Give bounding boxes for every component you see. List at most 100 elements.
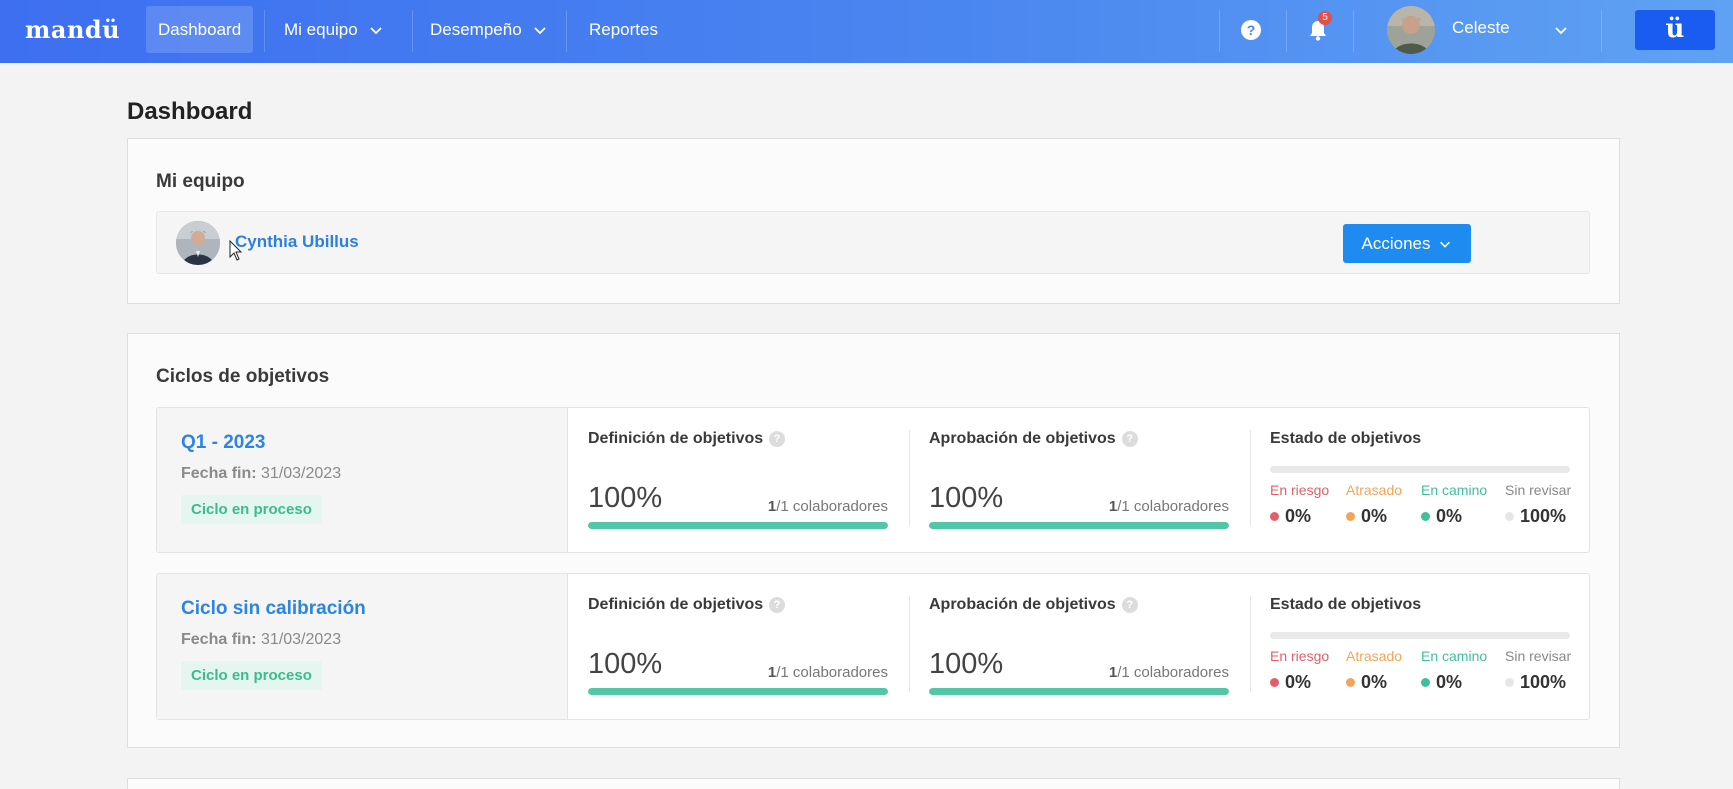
cycle-end-date-value: 31/03/2023 (261, 465, 342, 482)
aprobacion-progress-fill (929, 688, 1229, 695)
help-icon[interactable]: ? (1121, 431, 1138, 447)
aprobacion-metric: Aprobación de objetivos? 100% 1/1 colabo… (929, 430, 1229, 540)
estado-bar (1270, 632, 1570, 639)
definicion-progress-bar (588, 522, 888, 529)
nav-divider (264, 10, 265, 52)
definicion-title: Definición de objetivos? (588, 430, 786, 448)
brand-button[interactable]: ü (1635, 10, 1715, 50)
cycle-end-date-label: Fecha fin: (181, 465, 257, 482)
cycle-name-link[interactable]: Ciclo sin calibración (181, 598, 366, 620)
nav-divider (1286, 10, 1287, 52)
definicion-title-text: Definición de objetivos (588, 596, 764, 613)
help-icon[interactable]: ? (1121, 597, 1138, 613)
user-avatar-photo (1387, 6, 1435, 54)
acciones-button-label: Acciones (1361, 233, 1431, 253)
nav-dashboard-label: Dashboard (158, 19, 242, 39)
estado-objetivos: Estado de objetivos En riesgo 0% Atrasad… (1270, 430, 1571, 540)
estado-title: Estado de objetivos (1270, 430, 1422, 447)
nav-mi-equipo-label: Mi equipo (284, 19, 358, 39)
chevron-down-icon (370, 26, 382, 34)
stat-atrasado: Atrasado 0% (1346, 648, 1402, 693)
stat-en-camino: En camino 0% (1421, 482, 1487, 527)
nav-reportes[interactable]: Reportes (577, 6, 670, 53)
metric-divider (909, 430, 910, 526)
stat-en-riesgo: En riesgo 0% (1270, 482, 1329, 527)
aprobacion-count: 1/1 colaboradores (1109, 498, 1229, 515)
help-icon[interactable]: ? (769, 431, 786, 447)
status-dot (1346, 678, 1355, 687)
stat-value: 100% (1520, 672, 1567, 692)
aprobacion-total: /1 colaboradores (1117, 664, 1229, 681)
nav-dashboard[interactable]: Dashboard (146, 6, 254, 53)
status-dot (1505, 678, 1514, 687)
top-navbar: mandü Dashboard Mi equipo Desempeño Repo… (0, 0, 1733, 63)
aprobacion-title: Aprobación de objetivos? (929, 596, 1138, 614)
definicion-percent: 100% (588, 482, 663, 514)
stat-sin-revisar: Sin revisar 100% (1505, 482, 1571, 527)
acciones-button[interactable]: Acciones (1343, 224, 1471, 263)
user-name[interactable]: Celeste (1452, 18, 1510, 38)
estado-bar (1270, 466, 1570, 473)
status-dot (1421, 678, 1430, 687)
notification-badge: 5 (1318, 11, 1332, 25)
chevron-down-icon (534, 26, 546, 34)
cycle-name-link[interactable]: Q1 - 2023 (181, 432, 266, 454)
status-dot (1505, 512, 1514, 521)
member-avatar[interactable] (176, 221, 220, 265)
stat-label: Atrasado (1346, 482, 1403, 498)
definicion-progress-fill (588, 522, 888, 529)
member-name-link[interactable]: Cynthia Ubillus (235, 232, 359, 252)
stat-label: En riesgo (1270, 482, 1330, 498)
nav-reportes-label: Reportes (589, 19, 658, 39)
stat-label: Sin revisar (1505, 482, 1572, 498)
user-avatar[interactable] (1387, 6, 1435, 54)
aprobacion-percent: 100% (929, 648, 1004, 680)
aprobacion-percent: 100% (929, 482, 1004, 514)
stat-label: En riesgo (1270, 648, 1330, 664)
definicion-title-text: Definición de objetivos (588, 430, 764, 447)
estado-title: Estado de objetivos (1270, 596, 1422, 613)
cycle-end-date-value: 31/03/2023 (261, 631, 342, 648)
aprobacion-title: Aprobación de objetivos? (929, 430, 1138, 448)
stat-value: 0% (1361, 672, 1388, 692)
app-logo[interactable]: mandü (25, 15, 120, 44)
nav-divider (1601, 10, 1602, 52)
stat-en-camino: En camino 0% (1421, 648, 1487, 693)
definicion-done: 1 (767, 664, 777, 681)
cycle-block: Ciclo sin calibración Fecha fin: 31/03/2… (156, 573, 1590, 720)
stat-value: 0% (1436, 672, 1463, 692)
member-avatar-photo (176, 221, 220, 265)
page-title: Dashboard (127, 98, 253, 125)
definicion-percent: 100% (588, 648, 663, 680)
stat-label: Sin revisar (1505, 648, 1572, 664)
definicion-progress-bar (588, 688, 888, 695)
nav-mi-equipo[interactable]: Mi equipo (272, 6, 396, 53)
definicion-metric: Definición de objetivos? 100% 1/1 colabo… (588, 596, 888, 706)
cycle-status-badge: Ciclo en proceso (181, 495, 322, 524)
cycle-end-date-label: Fecha fin: (181, 631, 257, 648)
definicion-count: 1/1 colaboradores (768, 664, 888, 681)
cycle-end-date: Fecha fin: 31/03/2023 (181, 631, 341, 649)
aprobacion-count: 1/1 colaboradores (1109, 664, 1229, 681)
stat-atrasado: Atrasado 0% (1346, 482, 1402, 527)
definicion-metric: Definición de objetivos? 100% 1/1 colabo… (588, 430, 888, 540)
nav-desempeno[interactable]: Desempeño (418, 6, 560, 53)
status-dot (1346, 512, 1355, 521)
cycle-end-date: Fecha fin: 31/03/2023 (181, 465, 341, 483)
cycle-status-badge: Ciclo en proceso (181, 661, 322, 690)
chevron-down-icon[interactable] (1553, 22, 1569, 38)
cycles-card-title: Ciclos de objetivos (156, 366, 330, 387)
nav-divider (1353, 10, 1354, 52)
chevron-down-icon (1440, 241, 1451, 248)
aprobacion-progress-bar (929, 688, 1229, 695)
status-dot (1270, 512, 1279, 521)
definicion-progress-fill (588, 688, 888, 695)
nav-divider (1219, 10, 1220, 52)
help-icon[interactable]: ? (769, 597, 786, 613)
definicion-title: Definición de objetivos? (588, 596, 786, 614)
definicion-total: /1 colaboradores (776, 498, 888, 515)
stat-sin-revisar: Sin revisar 100% (1505, 648, 1571, 693)
aprobacion-done: 1 (1108, 664, 1118, 681)
help-icon[interactable]: ? (1241, 20, 1261, 40)
metric-divider (1250, 596, 1251, 692)
